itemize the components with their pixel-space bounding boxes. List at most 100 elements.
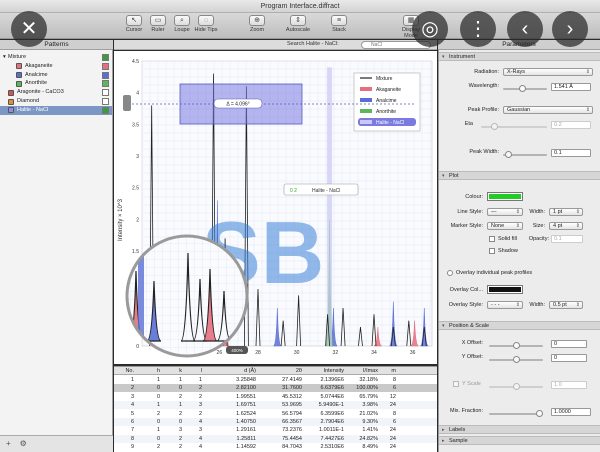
overlay-profiles-checkbox[interactable]: [447, 270, 453, 276]
table-column-header[interactable]: No.: [114, 367, 134, 375]
table-cell: 2: [178, 393, 182, 400]
solid-fill-checkbox[interactable]: [489, 236, 495, 242]
opacity-label: Opacity:: [528, 236, 549, 242]
table-column-header[interactable]: h: [144, 367, 160, 375]
x-offset-slider[interactable]: [489, 342, 543, 349]
table-cell: 0: [178, 419, 182, 425]
marker-size-select[interactable]: 4 pt: [549, 222, 583, 230]
legend-swatch: [360, 87, 372, 91]
table-row[interactable]: 5 2 2 2 1.62524 56.5794 6.3599E6 21.02% 8: [114, 410, 437, 418]
table-row[interactable]: 9 2 2 4 1.14592 84.7043 2.5310E6 8.49% 24: [114, 443, 437, 451]
y-offset-slider[interactable]: [489, 356, 543, 363]
radiation-select[interactable]: X-Rays: [503, 68, 593, 76]
next-icon[interactable]: ›: [552, 11, 588, 47]
table-row[interactable]: 7 1 3 3 1.29161 73.2376 1.0011E-1 1.41% 24: [114, 426, 437, 434]
toolbar-item-zoom[interactable]: ⊕ Zoom: [241, 15, 273, 33]
table-row[interactable]: 4 1 1 3 1.69751 53.9695 5.9490E-1 3.98% 24: [114, 401, 437, 410]
pattern-item[interactable]: Akaganeite: [0, 62, 112, 71]
table-row[interactable]: 8 0 2 4 1.25811 75.4454 7.4427E6 24.82% 24: [114, 434, 437, 443]
pattern-item[interactable]: Diamond: [0, 97, 112, 106]
toolbar-item-stack[interactable]: ≡ Stack: [323, 15, 355, 33]
table-column-header[interactable]: l: [186, 367, 202, 375]
table-column-header[interactable]: I/Imax: [348, 367, 378, 375]
loupe-magnifier[interactable]: 400%: [125, 234, 249, 358]
table-column-header[interactable]: m: [376, 367, 396, 375]
pattern-visibility-checkbox[interactable]: [102, 71, 109, 79]
table-cell: 0: [156, 419, 160, 425]
pattern-color-swatch: [8, 89, 14, 96]
table-cell: 75.4454: [282, 435, 302, 442]
toolbar-item-autoscale[interactable]: ⇕ Autoscale: [282, 15, 314, 33]
halite-peak-bar: [327, 67, 333, 346]
table-cell: 2: [130, 385, 134, 392]
pattern-visibility-checkbox[interactable]: [102, 98, 109, 105]
mix-fraction-slider[interactable]: [489, 410, 543, 417]
wavelength-label: Wavelength:: [468, 83, 499, 89]
y-scale-slider[interactable]: [489, 383, 543, 390]
pattern-visibility-checkbox[interactable]: [102, 80, 109, 88]
table-cell: 5.9490E-1: [318, 402, 344, 409]
table-column-header[interactable]: d (Å): [214, 367, 256, 375]
section-labels[interactable]: Labels: [439, 425, 600, 434]
x-offset-field[interactable]: 0: [551, 340, 587, 348]
pattern-item[interactable]: Halite - NaCl: [0, 105, 112, 115]
section-sample[interactable]: Sample: [439, 436, 600, 445]
gear-icon[interactable]: ⚙: [20, 439, 27, 448]
section-plot[interactable]: Plot: [439, 171, 600, 180]
y-offset-field[interactable]: 0: [551, 354, 587, 362]
table-column-header[interactable]: Intensity: [304, 367, 344, 375]
overlay-style-label: Overlay Style:: [448, 302, 483, 308]
more-icon[interactable]: ⋮: [460, 11, 496, 47]
wavelength-field[interactable]: 1.541 Å: [551, 83, 591, 91]
overlay-colour-well[interactable]: [487, 285, 523, 294]
eta-field[interactable]: 0.2: [551, 121, 591, 129]
lens-icon[interactable]: ◎: [412, 11, 448, 47]
disclosure-triangle-icon[interactable]: ▾: [3, 53, 6, 62]
y-scale-checkbox[interactable]: [453, 381, 459, 387]
section-instrument[interactable]: Instrument: [439, 52, 600, 61]
reflections-table: No. h k l d (Å) 2θ Intensity I/Imax m 1 1 1 1 3.25848…: [114, 366, 437, 452]
prev-icon[interactable]: ‹: [507, 11, 543, 47]
wavelength-slider[interactable]: [503, 85, 547, 92]
table-cell: 24: [389, 435, 396, 442]
table-row[interactable]: 2 0 0 2 2.82100 31.7600 6.6379E6 100.00% 6: [114, 384, 437, 393]
table-column-header[interactable]: 2θ: [262, 367, 302, 375]
pattern-item[interactable]: Anorthite: [0, 79, 112, 88]
y-scale-field[interactable]: 1.0: [551, 381, 587, 389]
table-row[interactable]: 6 0 0 4 1.40750 66.3567 2.7904E6 9.30% 6: [114, 418, 437, 426]
peak-width-slider[interactable]: [503, 151, 547, 158]
table-cell: 2: [198, 393, 202, 400]
pattern-visibility-checkbox[interactable]: [102, 106, 109, 114]
table-cell: 2.1396E6: [320, 377, 344, 383]
table-row[interactable]: 1 1 1 1 3.25848 27.4149 2.1396E6 32.18% 8: [114, 376, 437, 384]
pattern-label: Anorthite: [25, 80, 48, 87]
diffraction-plot[interactable]: 00.511.522.533.544.524262830323436 Inten…: [114, 51, 437, 364]
peak-profile-select[interactable]: Gaussian: [503, 106, 593, 114]
table-cell: 100.00%: [356, 385, 378, 392]
table-cell: 31.7600: [282, 385, 302, 392]
opacity-field[interactable]: 0.1: [551, 235, 583, 243]
shadow-checkbox[interactable]: [489, 248, 495, 254]
overlay-width-select[interactable]: 0.5 pt: [549, 301, 583, 309]
table-cell: 3: [198, 427, 202, 434]
toolbar-item-hide-tips[interactable]: ◌ Hide Tips: [190, 15, 222, 33]
mix-fraction-field[interactable]: 1.0000: [551, 408, 591, 416]
table-cell: 7: [130, 427, 134, 434]
close-icon[interactable]: ✕: [11, 11, 47, 47]
ruler-handle-icon[interactable]: [123, 95, 131, 111]
pattern-visibility-checkbox[interactable]: [102, 54, 109, 61]
pattern-item[interactable]: Aragonite - CaCO3: [0, 88, 112, 97]
add-pattern-button[interactable]: +: [6, 439, 11, 448]
pattern-item[interactable]: Analcime: [0, 71, 112, 80]
table-column-header[interactable]: k: [166, 367, 182, 375]
pattern-visibility-checkbox[interactable]: [102, 62, 109, 70]
line-width-select[interactable]: 1 pt: [549, 208, 583, 216]
table-cell: 1.41%: [362, 427, 378, 434]
colour-well[interactable]: [487, 192, 523, 201]
pattern-visibility-checkbox[interactable]: [102, 89, 109, 97]
table-row[interactable]: 3 0 2 2 1.99551 45.5312 5.0744E6 65.79% 12: [114, 393, 437, 401]
pattern-item[interactable]: ▾ Mixture: [0, 53, 112, 62]
peak-width-field[interactable]: 0.1: [551, 149, 591, 157]
section-position-scale[interactable]: Position & Scale: [439, 321, 600, 330]
eta-slider[interactable]: [481, 123, 547, 130]
